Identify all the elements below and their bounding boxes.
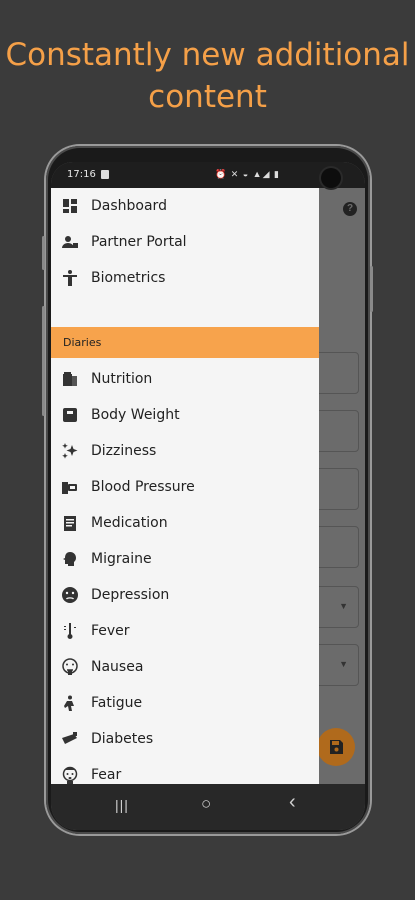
drawer-item-body-weight[interactable]: Body Weight	[51, 397, 319, 433]
drawer-item-fear[interactable]: Fear	[51, 757, 319, 784]
bg-dropdown: ▼	[315, 586, 359, 628]
drawer-item-dizziness[interactable]: Dizziness	[51, 433, 319, 469]
drawer-item-dashboard[interactable]: Dashboard	[51, 188, 319, 224]
chevron-down-icon: ▼	[339, 601, 348, 611]
status-time: 17:16	[67, 169, 96, 180]
headline-line-2: content	[148, 79, 267, 115]
drawer-item-partner-portal[interactable]: Partner Portal	[51, 224, 319, 260]
drawer-item-label: Blood Pressure	[91, 479, 195, 495]
save-fab[interactable]	[317, 728, 355, 766]
drawer-item-blood-pressure[interactable]: Blood Pressure	[51, 469, 319, 505]
recents-button[interactable]: |||	[115, 797, 129, 813]
partner-icon	[62, 236, 78, 248]
drawer-item-biometrics[interactable]: Biometrics	[51, 260, 319, 296]
system-nav-bar: ||| ○ ‹	[51, 784, 365, 830]
head-icon	[63, 552, 76, 566]
sad-face-icon	[62, 587, 78, 603]
phone-frame: 17:16 ⏰ ✕ ◒ ▲◢ ▮ ? ▼ ▼ Dashboard Partner…	[42, 146, 373, 834]
status-bar: 17:16 ⏰ ✕ ◒ ▲◢ ▮	[51, 162, 365, 188]
navigation-drawer: Dashboard Partner Portal Biometrics Diar…	[51, 188, 319, 784]
front-camera	[321, 168, 341, 188]
back-button[interactable]: ‹	[289, 791, 296, 814]
drawer-item-label: Body Weight	[91, 407, 180, 423]
side-button	[42, 306, 45, 416]
nutrition-icon	[63, 372, 77, 386]
clipboard-icon	[64, 516, 76, 531]
bg-input-field	[315, 352, 359, 394]
drawer-item-depression[interactable]: Depression	[51, 577, 319, 613]
drawer-item-diabetes[interactable]: Diabetes	[51, 721, 319, 757]
headline: Constantly new additional content	[0, 34, 415, 118]
bg-dropdown: ▼	[315, 644, 359, 686]
drawer-item-label: Medication	[91, 515, 168, 531]
person-icon	[63, 270, 77, 286]
bg-input-field	[315, 410, 359, 452]
volume-button	[42, 236, 45, 270]
section-header-diaries: Diaries	[51, 327, 319, 358]
home-button[interactable]: ○	[201, 794, 211, 814]
fatigue-icon	[64, 695, 74, 711]
drawer-item-medication[interactable]: Medication	[51, 505, 319, 541]
scale-icon	[63, 408, 77, 422]
drawer-item-label: Biometrics	[91, 270, 166, 286]
phone-screen: 17:16 ⏰ ✕ ◒ ▲◢ ▮ ? ▼ ▼ Dashboard Partner…	[51, 162, 365, 830]
drawer-item-label: Dashboard	[91, 198, 167, 214]
glucose-meter-icon	[62, 732, 77, 744]
drawer-item-label: Fever	[91, 623, 130, 639]
chevron-down-icon: ▼	[339, 659, 348, 669]
drawer-item-label: Dizziness	[91, 443, 157, 459]
drawer-item-label: Migraine	[91, 551, 152, 567]
drawer-item-label: Fear	[91, 767, 122, 783]
drawer-item-label: Depression	[91, 587, 170, 603]
drawer-item-label: Diabetes	[91, 731, 154, 747]
sparkle-icon	[62, 443, 78, 459]
drawer-item-fatigue[interactable]: Fatigue	[51, 685, 319, 721]
drawer-item-label: Fatigue	[91, 695, 143, 711]
section-title: Diaries	[63, 336, 102, 349]
thermometer-icon	[64, 623, 76, 639]
drawer-item-migraine[interactable]: Migraine	[51, 541, 319, 577]
drawer-item-nausea[interactable]: Nausea	[51, 649, 319, 685]
dashboard-icon	[63, 199, 77, 213]
bg-input-field	[315, 468, 359, 510]
save-icon	[330, 740, 343, 754]
nausea-icon	[62, 658, 78, 675]
sim-icon	[101, 170, 109, 179]
fear-face-icon	[62, 766, 78, 784]
help-icon[interactable]: ?	[343, 202, 357, 216]
power-button	[370, 266, 373, 312]
drawer-item-label: Nausea	[91, 659, 144, 675]
status-icons: ⏰ ✕ ◒ ▲◢ ▮	[215, 169, 280, 179]
drawer-item-label: Partner Portal	[91, 234, 187, 250]
drawer-item-label: Nutrition	[91, 371, 153, 387]
drawer-item-fever[interactable]: Fever	[51, 613, 319, 649]
blood-pressure-icon	[62, 482, 77, 494]
bg-input-field	[315, 526, 359, 568]
drawer-item-nutrition[interactable]: Nutrition	[51, 361, 319, 397]
headline-line-1: Constantly new additional	[5, 37, 410, 73]
